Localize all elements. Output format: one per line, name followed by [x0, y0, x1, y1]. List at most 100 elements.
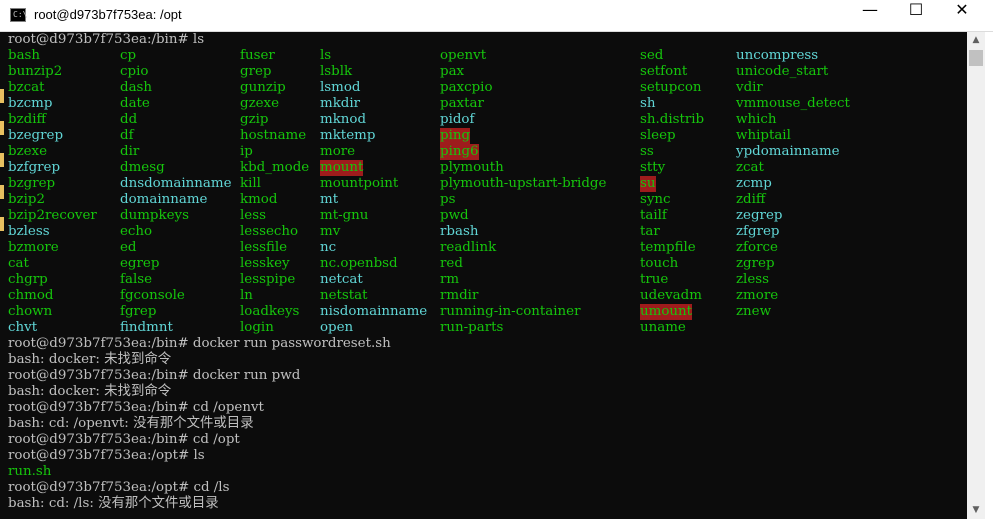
ls-entry: kmod: [240, 192, 278, 207]
ls-entry: zforce: [736, 240, 778, 255]
scroll-up-arrow-icon[interactable]: ▲: [967, 32, 985, 49]
ls-entry: true: [640, 272, 669, 287]
ls-entry: bzcmp: [8, 96, 53, 111]
ls-entry: cat: [8, 256, 29, 271]
ls-entry: vmmouse_detect: [736, 96, 850, 111]
ls-entry: znew: [736, 304, 772, 319]
ls-entry: lesspipe: [240, 272, 296, 287]
ls-entry: netstat: [320, 288, 368, 303]
terminal-line: root@d973b7f753ea:/opt# ls: [8, 448, 205, 463]
ls-entry: domainname: [120, 192, 208, 207]
ls-entry: readlink: [440, 240, 497, 255]
ls-entry: ls: [320, 48, 332, 63]
ls-entry: ps: [440, 192, 456, 207]
ls-entry: df: [120, 128, 134, 143]
ls-entry: dmesg: [120, 160, 165, 175]
ls-entry: zmore: [736, 288, 779, 303]
ls-entry: vdir: [736, 80, 763, 95]
ls-entry: nc.openbsd: [320, 256, 398, 271]
terminal-line: root@d973b7f753ea:/opt# cd /ls: [8, 480, 230, 495]
ls-entry: setfont: [640, 64, 688, 79]
ls-entry: gzexe: [240, 96, 280, 111]
ls-entry: bzfgrep: [8, 160, 61, 175]
ls-entry: touch: [640, 256, 679, 271]
ls-entry: running-in-container: [440, 304, 581, 319]
terminal-line: root@d973b7f753ea:/bin# docker run passw…: [8, 336, 391, 351]
ls-entry: zfgrep: [736, 224, 780, 239]
terminal-line: bash: cd: /openvt: 没有那个文件或目录: [8, 416, 254, 431]
ls-entry: cpio: [120, 64, 149, 79]
ls-entry: paxtar: [440, 96, 484, 111]
ls-entry: tar: [640, 224, 660, 239]
ls-entry: bzless: [8, 224, 50, 239]
ls-prompt-line: root@d973b7f753ea:/bin# ls: [8, 32, 205, 47]
ls-entry: zcmp: [736, 176, 772, 191]
ls-entry: zdiff: [736, 192, 766, 207]
ls-entry: sync: [640, 192, 671, 207]
ls-entry: red: [440, 256, 463, 271]
ls-entry: tempfile: [640, 240, 696, 255]
vertical-scrollbar[interactable]: ▲ ▼: [967, 32, 985, 519]
ls-entry: netcat: [320, 272, 363, 287]
ls-entry: pax: [440, 64, 465, 79]
ls-entry: fgrep: [120, 304, 157, 319]
ls-entry: mount: [320, 160, 364, 176]
ls-entry: false: [120, 272, 153, 287]
window-title: root@d973b7f753ea: /opt: [34, 7, 182, 22]
ls-entry: loadkeys: [240, 304, 300, 319]
ls-entry: openvt: [440, 48, 487, 63]
ls-entry: zcat: [736, 160, 764, 175]
ls-entry: chown: [8, 304, 53, 319]
console-window: C:\ root@d973b7f753ea: /opt — ☐ ✕ root@d…: [0, 0, 993, 519]
ls-entry: bzmore: [8, 240, 59, 255]
ls-entry: open: [320, 320, 354, 335]
close-button[interactable]: ✕: [939, 0, 985, 31]
ls-entry: udevadm: [640, 288, 702, 303]
ls-entry: bzdiff: [8, 112, 46, 127]
ls-entry: su: [640, 176, 656, 192]
ls-entry: bzgrep: [8, 176, 56, 191]
title-bar[interactable]: C:\ root@d973b7f753ea: /opt — ☐ ✕: [0, 0, 993, 32]
terminal-line: root@d973b7f753ea:/bin# docker run pwd: [8, 368, 301, 383]
terminal-line: root@d973b7f753ea:/bin# cd /openvt: [8, 400, 264, 415]
ls-entry: zegrep: [736, 208, 783, 223]
ls-entry: run-parts: [440, 320, 504, 335]
ls-entry: bzip2recover: [8, 208, 97, 223]
left-edge-marks: [0, 32, 4, 332]
ls-entry: chvt: [8, 320, 38, 335]
minimize-button[interactable]: —: [847, 0, 893, 31]
ls-entry: ping6: [440, 144, 479, 160]
console-icon[interactable]: C:\: [10, 8, 28, 22]
ls-entry: mkdir: [320, 96, 361, 111]
ls-entry: sh.distrib: [640, 112, 705, 127]
ls-entry: lsmod: [320, 80, 361, 95]
ls-entry: whiptail: [736, 128, 791, 143]
ls-entry: more: [320, 144, 356, 159]
ls-entry: pidof: [440, 112, 475, 127]
terminal-line: bash: cd: /ls: 没有那个文件或目录: [8, 496, 219, 511]
ls-entry: unicode_start: [736, 64, 829, 79]
ls-entry: uncompress: [736, 48, 819, 63]
ls-entry: kill: [240, 176, 261, 191]
ls-entry: pwd: [440, 208, 469, 223]
ls-entry: which: [736, 112, 777, 127]
ls-entry: mt-gnu: [320, 208, 369, 223]
ls-entry: grep: [240, 64, 272, 79]
terminal-line: root@d973b7f753ea:/bin# cd /opt: [8, 432, 240, 447]
terminal-line: run.sh: [8, 464, 52, 479]
ls-entry: ip: [240, 144, 253, 159]
ls-entry: ln: [240, 288, 253, 303]
scrollbar-thumb[interactable]: [969, 50, 983, 66]
ls-entry: lesskey: [240, 256, 290, 271]
ls-entry: stty: [640, 160, 666, 175]
ls-entry: ping: [440, 128, 471, 144]
scroll-down-arrow-icon[interactable]: ▼: [967, 502, 985, 519]
maximize-button[interactable]: ☐: [893, 0, 939, 31]
terminal-line: bash: docker: 未找到命令: [8, 352, 172, 367]
ls-entry: paxcpio: [440, 80, 493, 95]
terminal-output[interactable]: root@d973b7f753ea:/bin# ls bash bunzip2 bz…: [0, 32, 967, 519]
ls-entry: hostname: [240, 128, 307, 143]
console-icon-glyph: C:\: [13, 10, 28, 19]
ls-entry: sh: [640, 96, 656, 111]
ls-entry: ss: [640, 144, 654, 159]
